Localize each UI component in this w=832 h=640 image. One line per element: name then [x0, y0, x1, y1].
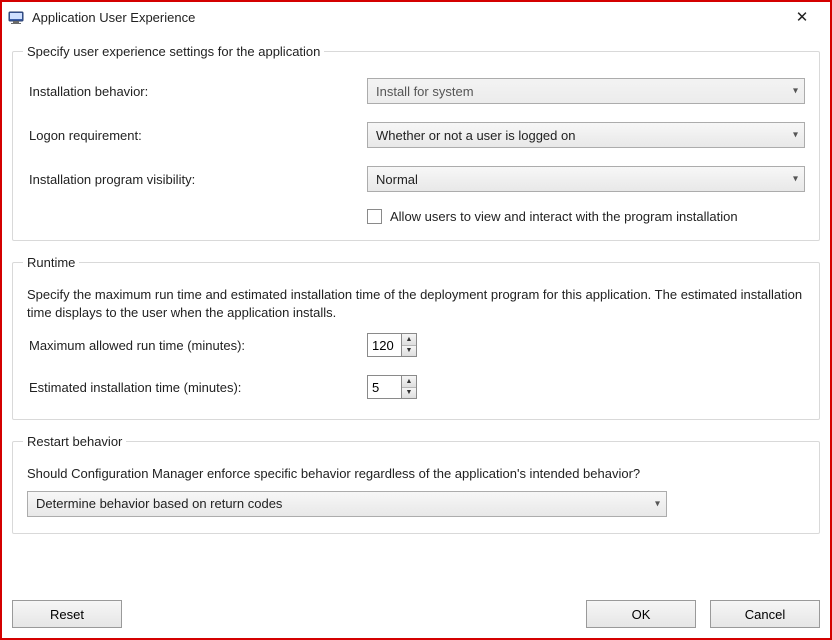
max-runtime-input[interactable]	[367, 333, 401, 357]
allow-interact-checkbox[interactable]: Allow users to view and interact with th…	[367, 209, 805, 224]
logon-requirement-label: Logon requirement:	[27, 128, 367, 143]
spin-down-icon[interactable]: ▼	[402, 387, 416, 399]
logon-requirement-value: Whether or not a user is logged on	[376, 128, 575, 143]
reset-button[interactable]: Reset	[12, 600, 122, 628]
user-experience-legend: Specify user experience settings for the…	[23, 44, 324, 59]
chevron-down-icon: ▾	[655, 498, 660, 509]
runtime-group: Runtime Specify the maximum run time and…	[12, 255, 820, 420]
restart-description: Should Configuration Manager enforce spe…	[27, 465, 805, 483]
window-title: Application User Experience	[32, 10, 195, 25]
install-behavior-value: Install for system	[376, 84, 474, 99]
install-behavior-combo[interactable]: Install for system ▾	[367, 78, 805, 104]
allow-interact-label: Allow users to view and interact with th…	[390, 209, 738, 224]
spin-up-icon[interactable]: ▲	[402, 376, 416, 387]
close-icon[interactable]: ✕	[782, 8, 822, 26]
cancel-button[interactable]: Cancel	[710, 600, 820, 628]
spin-down-icon[interactable]: ▼	[402, 345, 416, 357]
visibility-value: Normal	[376, 172, 418, 187]
restart-behavior-value: Determine behavior based on return codes	[36, 496, 282, 511]
est-install-input[interactable]	[367, 375, 401, 399]
chevron-down-icon: ▾	[793, 130, 798, 141]
max-runtime-stepper[interactable]: ▲ ▼	[367, 333, 417, 357]
max-runtime-label: Maximum allowed run time (minutes):	[27, 338, 367, 353]
install-behavior-label: Installation behavior:	[27, 84, 367, 99]
restart-group: Restart behavior Should Configuration Ma…	[12, 434, 820, 534]
user-experience-group: Specify user experience settings for the…	[12, 44, 820, 241]
button-bar: Reset OK Cancel	[12, 600, 820, 628]
chevron-down-icon: ▾	[793, 86, 798, 97]
est-install-label: Estimated installation time (minutes):	[27, 380, 367, 395]
visibility-combo[interactable]: Normal ▾	[367, 166, 805, 192]
runtime-legend: Runtime	[23, 255, 79, 270]
restart-behavior-combo[interactable]: Determine behavior based on return codes…	[27, 491, 667, 517]
est-install-stepper[interactable]: ▲ ▼	[367, 375, 417, 399]
ok-button[interactable]: OK	[586, 600, 696, 628]
visibility-label: Installation program visibility:	[27, 172, 367, 187]
runtime-description: Specify the maximum run time and estimat…	[27, 286, 805, 321]
checkbox-box-icon	[367, 209, 382, 224]
restart-legend: Restart behavior	[23, 434, 126, 449]
titlebar: Application User Experience ✕	[2, 2, 830, 32]
logon-requirement-combo[interactable]: Whether or not a user is logged on ▾	[367, 122, 805, 148]
app-icon	[8, 9, 24, 25]
chevron-down-icon: ▾	[793, 174, 798, 185]
spin-up-icon[interactable]: ▲	[402, 334, 416, 345]
